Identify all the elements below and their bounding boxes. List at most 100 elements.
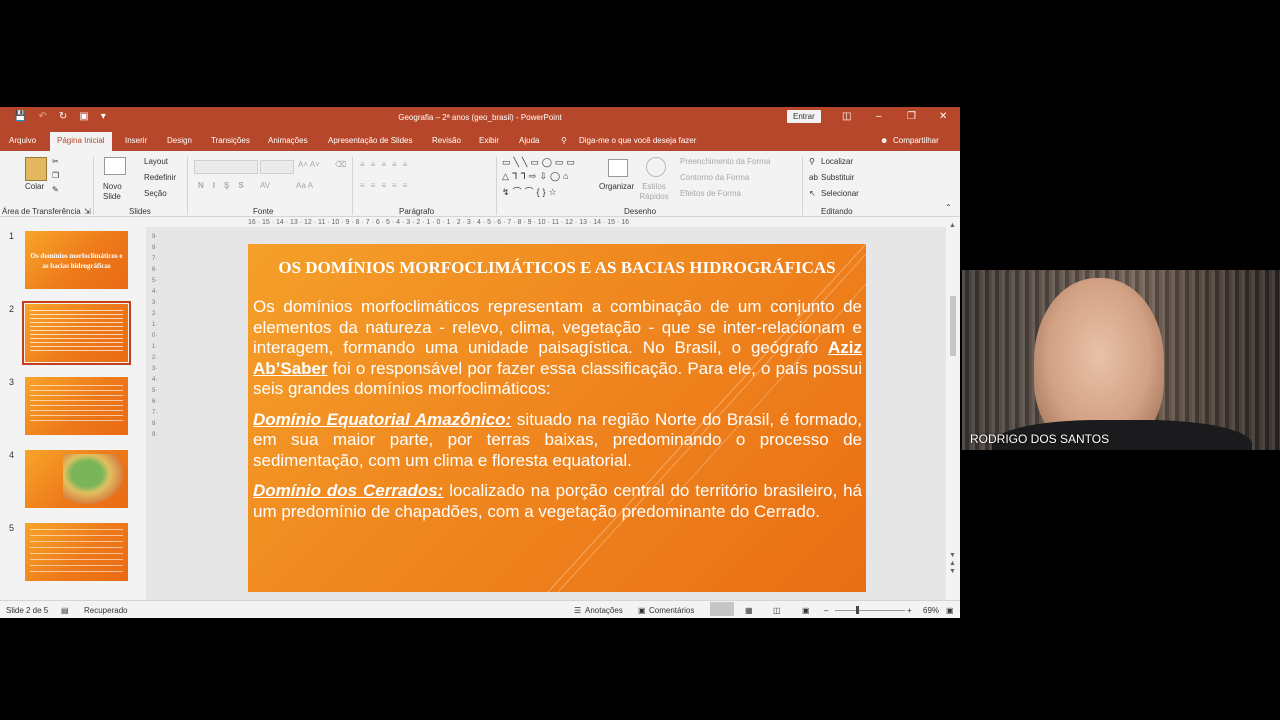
shape-outline-button[interactable]: Contorno da Forma [680, 173, 749, 182]
tell-me-search[interactable]: Diga-me o que você deseja fazer [579, 136, 696, 145]
text-format-icons[interactable]: NIŞS [198, 181, 253, 190]
normal-view-icon[interactable] [710, 602, 734, 616]
shape-fill-button[interactable]: Preenchimento da Forma [680, 157, 770, 166]
tab-ajuda[interactable]: Ajuda [519, 136, 539, 145]
colar-button[interactable]: Colar [25, 182, 44, 191]
slides-group-label: Slides [129, 207, 151, 216]
powerpoint-window: 💾 ↶ ↻ ▣ ▾ Geografia – 2ª anos (geo_brasi… [0, 107, 960, 618]
title-bar: 💾 ↶ ↻ ▣ ▾ Geografia – 2ª anos (geo_brasi… [0, 107, 960, 128]
format-painter-icon[interactable]: ✎ [52, 185, 59, 194]
ribbon-display-icon[interactable]: ◫ [842, 111, 851, 122]
selecionar-button[interactable]: Selecionar [821, 189, 859, 198]
slide-thumbnail-2[interactable] [22, 301, 131, 365]
comments-button[interactable]: Comentários [649, 606, 694, 615]
cut-icon[interactable]: ✂ [52, 157, 59, 166]
slide-thumbnail-3[interactable] [25, 377, 128, 435]
slide-title: OS DOMÍNIOS MORFOCLIMÁTICOS E AS BACIAS … [278, 258, 836, 277]
select-icon: ↖ [809, 189, 816, 198]
share-icon: ☻ [880, 136, 889, 145]
tab-exibir[interactable]: Exibir [479, 136, 499, 145]
clear-format-icon[interactable]: ⌫ [335, 160, 346, 169]
slide-body: Os domínios morfoclimáticos representam … [253, 297, 862, 532]
divider [93, 157, 94, 215]
scroll-up-icon[interactable]: ▲ [949, 222, 956, 229]
lightbulb-icon: ⚲ [561, 136, 567, 145]
font-size-select[interactable] [260, 160, 294, 174]
new-slide-icon[interactable] [104, 157, 126, 175]
redefinir-button[interactable]: Redefinir [144, 173, 176, 182]
zoom-out-icon[interactable]: – [824, 606, 828, 615]
close-icon[interactable]: ✕ [939, 111, 947, 122]
tab-inserir[interactable]: Inserir [125, 136, 147, 145]
zoom-level[interactable]: 69% [923, 606, 939, 615]
recovered-status: Recuperado [84, 606, 128, 615]
divider [352, 157, 353, 215]
intro-text-c: foi o responsável por fazer essa classif… [253, 358, 862, 399]
editing-group-label: Editando [821, 207, 853, 216]
zoom-slider[interactable] [835, 610, 905, 611]
grow-font-icon[interactable]: A˄ A˅ [298, 160, 320, 169]
copy-icon[interactable]: ❐ [52, 171, 59, 180]
tab-design[interactable]: Design [167, 136, 192, 145]
tab-pagina-inicial[interactable]: Página Inicial [50, 132, 112, 151]
notes-button[interactable]: Anotações [585, 606, 623, 615]
collapse-ribbon-icon[interactable]: ⌃ [945, 203, 952, 212]
quick-styles-icon[interactable] [646, 157, 666, 177]
zoom-in-icon[interactable]: + [907, 606, 912, 615]
paragraph-group-label: Parágrafo [399, 207, 435, 216]
list-icons[interactable]: ≡≡≡≡≡ [360, 160, 413, 169]
restore-icon[interactable]: ❐ [907, 111, 916, 122]
align-icons[interactable]: ≡≡≡≡≡ [360, 181, 413, 190]
shape-effects-button[interactable]: Efeitos de Forma [680, 189, 741, 198]
amazonico-heading: Domínio Equatorial Amazônico: [253, 409, 512, 429]
dialog-launcher-icon[interactable]: ⇲ [84, 207, 91, 216]
slide-thumbnail-5[interactable] [25, 523, 128, 581]
slide-counter: Slide 2 de 5 [6, 606, 49, 615]
divider [187, 157, 188, 215]
spellcheck-icon[interactable]: ▤ [61, 606, 69, 615]
scrollbar-thumb[interactable] [950, 296, 956, 356]
spacing-icon[interactable]: AV [260, 181, 270, 190]
slideshow-icon[interactable]: ▣ [802, 606, 810, 615]
shapes-gallery-icons-3[interactable]: ↯⌒⌒{}☆ [502, 185, 560, 198]
zoom-slider-thumb[interactable] [856, 606, 859, 614]
minimize-icon[interactable]: – [876, 111, 882, 122]
substituir-button[interactable]: Substituir [821, 173, 854, 182]
ribbon-tabs: Arquivo Página Inicial Inserir Design Tr… [0, 128, 960, 151]
arrange-icon[interactable] [608, 159, 628, 177]
share-button[interactable]: Compartilhar [893, 136, 939, 145]
scroll-down-icon[interactable]: ▼ ▲ ▼ [949, 552, 956, 576]
paste-icon[interactable] [25, 157, 47, 181]
thumb-text-lines [30, 529, 123, 573]
localizar-button[interactable]: Localizar [821, 157, 853, 166]
divider [802, 157, 803, 215]
current-slide[interactable]: OS DOMÍNIOS MORFOCLIMÁTICOS E AS BACIAS … [248, 244, 866, 592]
slide-thumbnail-4[interactable] [25, 450, 128, 508]
fit-slide-icon[interactable]: ▣ [946, 606, 954, 615]
tab-revisao[interactable]: Revisão [432, 136, 461, 145]
slide-editing-area: 9·8·7·6·5·4·3·2·1·0·1·2·3·4·5·6·7·8·9· O… [146, 227, 946, 600]
find-icon: ⚲ [809, 157, 815, 166]
tab-transicoes[interactable]: Transições [211, 136, 250, 145]
layout-button[interactable]: Layout [144, 157, 168, 166]
tab-animacoes[interactable]: Animações [268, 136, 308, 145]
slide-thumbnail-1[interactable]: Os domínios morfoclimáticos e as bacias … [25, 231, 128, 289]
shapes-gallery-icons[interactable]: ▭╲╲▭◯▭▭ [502, 157, 578, 168]
novo-slide-button[interactable]: Novo Slide [103, 182, 127, 202]
secao-button[interactable]: Seção [144, 189, 167, 198]
shapes-gallery-icons-2[interactable]: △ᒣᒣ⇨⇩◯⌂ [502, 171, 572, 182]
reading-view-icon[interactable]: ◫ [773, 606, 781, 615]
slide-number: 4 [9, 450, 15, 460]
estilos-rapidos-button[interactable]: Estilos Rápidos [639, 182, 669, 202]
tab-arquivo[interactable]: Arquivo [9, 136, 36, 145]
slide-sorter-icon[interactable]: ▦ [745, 606, 753, 615]
font-color-icon[interactable]: Aa A [296, 181, 313, 190]
slide-number: 3 [9, 377, 15, 387]
replace-icon: ab [809, 173, 818, 182]
vertical-scrollbar[interactable]: ▲ ▼ ▲ ▼ [946, 220, 960, 600]
notes-icon: ☰ [574, 606, 582, 615]
font-name-select[interactable] [194, 160, 258, 174]
organizar-button[interactable]: Organizar [599, 182, 634, 191]
sign-in-button[interactable]: Entrar [787, 110, 821, 123]
tab-apresentacao[interactable]: Apresentação de Slides [328, 136, 413, 145]
